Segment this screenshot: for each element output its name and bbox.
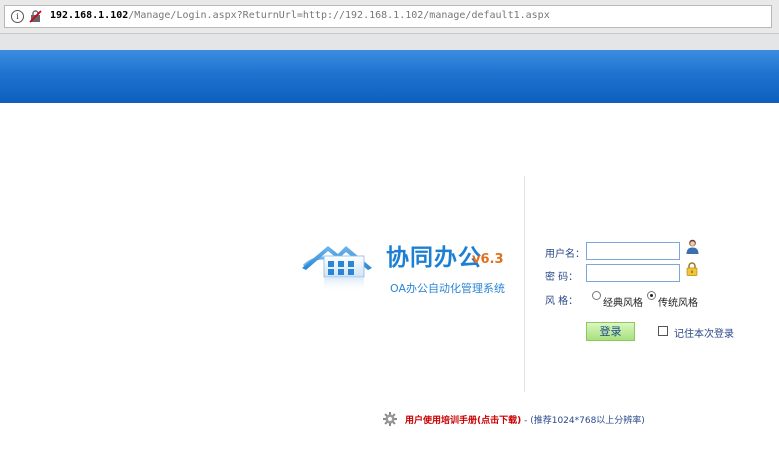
manual-download-link[interactable]: 用户使用培训手册(点击下载) — [405, 416, 521, 426]
login-button[interactable]: 登录 — [586, 322, 635, 341]
system-subtitle: OA办公自动化管理系统 — [390, 282, 505, 295]
url-host: 192.168.1.102 — [50, 10, 129, 21]
lock-icon — [686, 262, 698, 276]
url-path: /Manage/Login.aspx?ReturnUrl=http://192.… — [128, 10, 550, 21]
browser-address-bar: i 192.168.1.102/Manage/Login.aspx?Return… — [0, 0, 779, 34]
brand-name: 协同办公 — [386, 245, 482, 271]
header-strip — [0, 34, 779, 50]
url-field[interactable]: i 192.168.1.102/Manage/Login.aspx?Return… — [4, 5, 772, 28]
style-classic-label[interactable]: 经典风格 — [603, 294, 643, 309]
url-text[interactable]: 192.168.1.102/Manage/Login.aspx?ReturnUr… — [50, 10, 550, 21]
style-classic-radio[interactable] — [592, 291, 601, 300]
gear-icon — [383, 412, 397, 426]
house-logo-icon — [302, 246, 372, 292]
remember-checkbox[interactable] — [658, 326, 668, 336]
password-input[interactable] — [586, 264, 680, 282]
resolution-note: - (推荐1024*768以上分辨率) — [521, 416, 645, 426]
remember-label[interactable]: 记住本次登录 — [674, 325, 734, 340]
product-logo: 协同办公 v6.3 OA办公自动化管理系统 — [298, 232, 518, 302]
version-label: v6.3 — [472, 252, 504, 267]
user-icon — [686, 239, 699, 254]
vertical-divider — [524, 176, 525, 392]
password-label: 密 码： — [545, 272, 579, 283]
manual-download-line: 用户使用培训手册(点击下载) - (推荐1024*768以上分辨率) — [405, 413, 645, 426]
style-traditional-label[interactable]: 传统风格 — [658, 294, 698, 309]
header-banner — [0, 50, 779, 103]
info-icon[interactable]: i — [11, 10, 24, 23]
username-label: 用户名： — [545, 249, 585, 260]
username-input[interactable] — [586, 242, 680, 260]
style-traditional-radio[interactable] — [647, 291, 656, 300]
style-label: 风 格： — [545, 296, 579, 307]
insecure-lock-icon[interactable] — [29, 10, 42, 23]
